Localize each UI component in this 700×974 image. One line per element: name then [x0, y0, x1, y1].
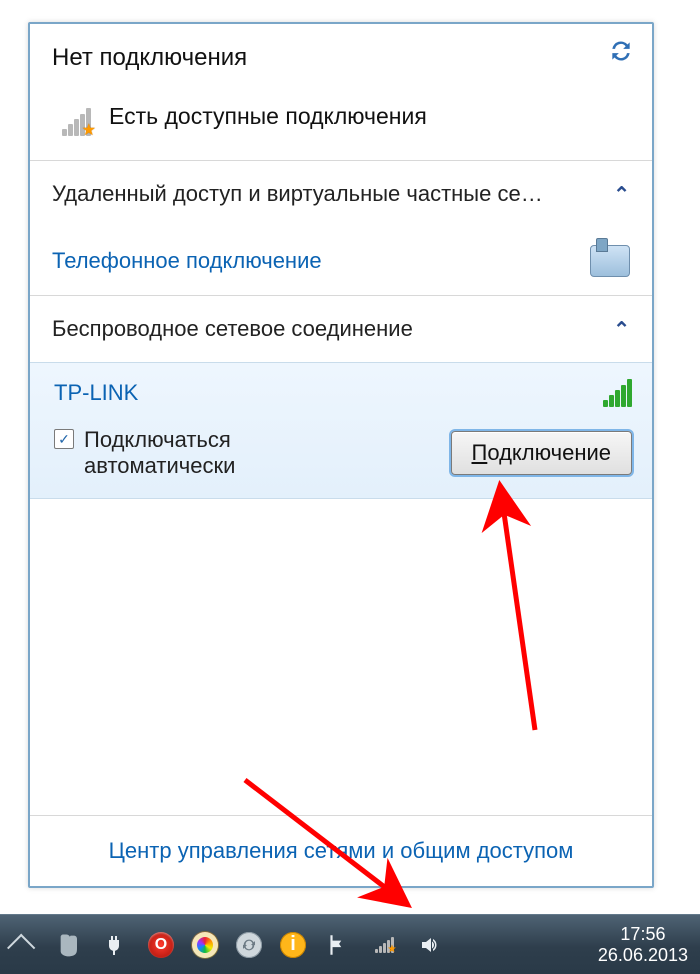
signal-bars-warning-icon: [375, 937, 394, 953]
wireless-section-header[interactable]: Беспроводное сетевое соединение ⌃: [30, 296, 652, 362]
refresh-button[interactable]: [608, 38, 634, 64]
wireless-section-title: Беспроводное сетевое соединение: [52, 316, 413, 342]
available-connections-text: Есть доступные подключения: [109, 103, 427, 130]
wifi-action-row: ✓ Подключаться автоматически Подключение: [52, 421, 634, 486]
taskbar-date: 26.06.2013: [598, 945, 688, 966]
tray-action-center-icon[interactable]: [324, 931, 352, 959]
tray-volume-icon[interactable]: [416, 931, 444, 959]
network-sharing-center-link[interactable]: Центр управления сетями и общим доступом: [30, 815, 652, 886]
phone-connection-label: Телефонное подключение: [52, 248, 322, 274]
auto-connect-label: Подключаться автоматически: [84, 427, 344, 480]
tray-evernote-icon[interactable]: [56, 931, 84, 959]
tray-paint-icon[interactable]: [192, 932, 218, 958]
tray-opera-icon[interactable]: [148, 932, 174, 958]
phone-connection-item[interactable]: Телефонное подключение: [30, 227, 652, 295]
auto-connect-checkbox[interactable]: ✓: [54, 429, 74, 449]
tray-info-icon[interactable]: i: [280, 932, 306, 958]
wifi-network-panel: TP-LINK ✓ Подключаться автоматически Под…: [30, 362, 652, 499]
taskbar-time: 17:56: [598, 924, 688, 945]
connection-status-title: Нет подключения: [52, 44, 630, 72]
dialup-vpn-section-title: Удаленный доступ и виртуальные частные с…: [52, 181, 543, 207]
chevron-up-icon: ⌃: [613, 182, 630, 207]
wifi-network-name: TP-LINK: [54, 380, 138, 406]
auto-connect-checkbox-wrap[interactable]: ✓ Подключаться автоматически: [54, 427, 344, 480]
chevron-up-icon: ⌃: [613, 317, 630, 342]
tray-overflow-button[interactable]: [10, 931, 38, 959]
connect-button[interactable]: Подключение: [451, 431, 633, 475]
tray-sync-icon[interactable]: [236, 932, 262, 958]
tray-power-icon[interactable]: [102, 931, 130, 959]
refresh-icon: [608, 38, 634, 64]
empty-space: [30, 499, 652, 815]
signal-bars-warning-icon: [62, 96, 91, 136]
phone-modem-icon: [590, 245, 630, 277]
tray-network-icon[interactable]: [370, 931, 398, 959]
taskbar: i 17:56 26.06.2013: [0, 914, 700, 974]
network-flyout: Нет подключения Есть доступные подключен…: [28, 22, 654, 888]
wifi-network-row[interactable]: TP-LINK: [52, 375, 634, 421]
signal-bars-full-icon: [603, 379, 632, 407]
available-connections-row: Есть доступные подключения: [30, 82, 652, 160]
chevron-up-icon: [7, 933, 35, 961]
dialup-vpn-section-header[interactable]: Удаленный доступ и виртуальные частные с…: [30, 161, 652, 227]
flyout-header: Нет подключения: [30, 24, 652, 82]
taskbar-clock[interactable]: 17:56 26.06.2013: [592, 924, 688, 965]
system-tray: i: [10, 931, 444, 959]
